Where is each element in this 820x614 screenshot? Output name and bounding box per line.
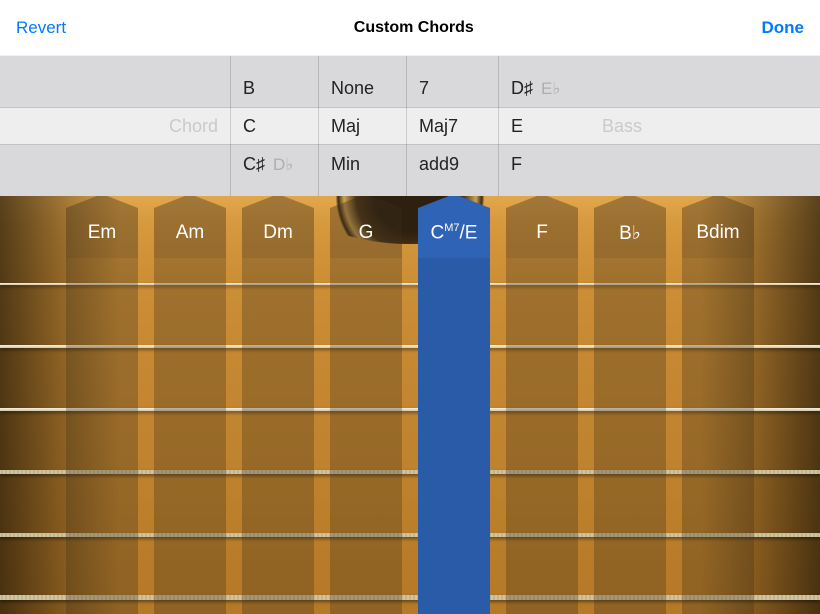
chord-strip-head[interactable]: CM7/E xyxy=(418,208,490,258)
chord-strip-1[interactable]: Am xyxy=(154,208,226,614)
chord-strip-head[interactable]: Bdim xyxy=(682,208,754,258)
chord-strip-head[interactable]: Dm xyxy=(242,208,314,258)
chord-strip-body[interactable] xyxy=(506,258,578,614)
custom-chords-screen: Revert Custom Chords Done Chord B C C♯D♭… xyxy=(0,0,820,614)
chord-strip-head[interactable]: F xyxy=(506,208,578,258)
picker-bass-next[interactable]: F xyxy=(511,145,590,183)
page-title: Custom Chords xyxy=(354,19,474,37)
picker-col-extension[interactable]: 7 Maj7 add9 xyxy=(406,56,498,196)
picker-bass-prev[interactable]: D♯E♭ xyxy=(511,69,590,107)
chord-strip-label: G xyxy=(359,222,374,244)
chord-strip-body[interactable] xyxy=(242,258,314,614)
chord-strip-body[interactable] xyxy=(66,258,138,614)
header-bar: Revert Custom Chords Done xyxy=(0,0,820,56)
picker-root-sel[interactable]: C xyxy=(243,107,318,145)
chord-strip-head[interactable]: Am xyxy=(154,208,226,258)
done-button[interactable]: Done xyxy=(761,18,804,38)
chord-strip-0[interactable]: Em xyxy=(66,208,138,614)
chord-strip-2[interactable]: Dm xyxy=(242,208,314,614)
chord-strip-label: Dm xyxy=(263,222,293,244)
chord-strip-7[interactable]: Bdim xyxy=(682,208,754,614)
picker-label-bass: Bass xyxy=(590,56,686,196)
chord-strip-body[interactable] xyxy=(330,258,402,614)
chord-picker-bar: Chord B C C♯D♭ None Maj Min 7 Maj7 add9 xyxy=(0,56,820,196)
chord-strip-body[interactable] xyxy=(682,258,754,614)
picker-bass-sel[interactable]: E xyxy=(511,107,590,145)
chord-strip-label: F xyxy=(536,222,548,244)
chord-strip-body[interactable] xyxy=(594,258,666,614)
picker-col-quality[interactable]: None Maj Min xyxy=(318,56,406,196)
chord-strip-3[interactable]: G xyxy=(330,208,402,614)
chord-strip-body[interactable] xyxy=(418,258,490,614)
chord-strip-label: B♭ xyxy=(619,222,641,245)
chord-strip-label: Bdim xyxy=(696,222,739,244)
chord-strip-label: CM7/E xyxy=(431,222,478,244)
picker-quality-next[interactable]: Min xyxy=(331,145,406,183)
chord-strip-label: Em xyxy=(88,222,117,244)
chord-strip-head[interactable]: Em xyxy=(66,208,138,258)
picker-col-bass[interactable]: D♯E♭ E F xyxy=(498,56,590,196)
picker-root-next[interactable]: C♯D♭ xyxy=(243,145,318,183)
chord-strip-6[interactable]: B♭ xyxy=(594,208,666,614)
picker-root-prev[interactable]: B xyxy=(243,69,318,107)
picker-label-chord: Chord xyxy=(134,56,230,196)
fretboard: Em Am Dm G CM7/E F B♭ Bdim xyxy=(0,196,820,614)
chord-strip-5[interactable]: F xyxy=(506,208,578,614)
picker-ext-next[interactable]: add9 xyxy=(419,145,498,183)
chord-strip-label: Am xyxy=(176,222,205,244)
picker-quality-sel[interactable]: Maj xyxy=(331,107,406,145)
picker-col-root[interactable]: B C C♯D♭ xyxy=(230,56,318,196)
picker-ext-sel[interactable]: Maj7 xyxy=(419,107,498,145)
picker-quality-prev[interactable]: None xyxy=(331,69,406,107)
revert-button[interactable]: Revert xyxy=(16,18,66,38)
chord-strip-4[interactable]: CM7/E xyxy=(418,208,490,614)
chord-strip-head[interactable]: B♭ xyxy=(594,208,666,258)
chord-strips-row: Em Am Dm G CM7/E F B♭ Bdim xyxy=(0,208,820,614)
chord-strip-head[interactable]: G xyxy=(330,208,402,258)
picker-ext-prev[interactable]: 7 xyxy=(419,69,498,107)
chord-strip-body[interactable] xyxy=(154,258,226,614)
